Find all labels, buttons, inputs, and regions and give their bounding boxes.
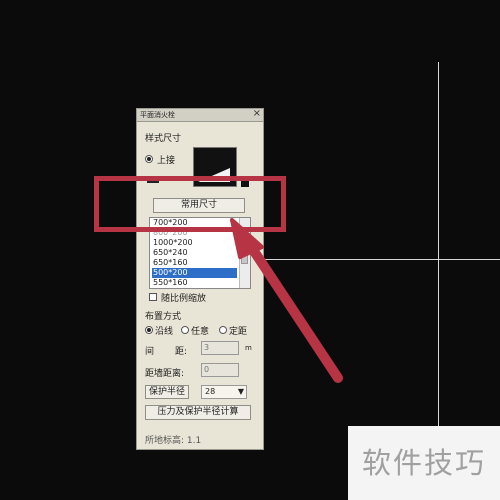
close-icon[interactable]: × — [253, 109, 261, 119]
protection-radius-button[interactable]: 保护半径 — [145, 385, 189, 399]
layout-mode-label: 布置方式 — [145, 312, 182, 322]
dialog-title: 平面消火栓 — [140, 111, 175, 119]
size-item-650x160[interactable]: 650*160 — [152, 258, 237, 268]
spacing-unit: m — [245, 344, 252, 352]
layout-free-radio[interactable] — [181, 326, 189, 334]
ground-elevation-label: 所地标高: 1.1 — [145, 436, 202, 446]
protection-radius-value: 28 — [205, 387, 216, 396]
cad-crosshair-vertical — [438, 62, 439, 480]
size-item-550x160[interactable]: 550*160 — [152, 278, 237, 288]
protection-radius-select[interactable]: 28 ▼ — [201, 385, 247, 399]
top-connection-radio[interactable] — [145, 155, 153, 163]
layout-free-label: 任意 — [191, 327, 210, 337]
style-size-label: 样式尺寸 — [145, 134, 182, 144]
layout-fixed-distance-label: 定距 — [229, 327, 248, 337]
top-connection-label: 上接 — [157, 156, 176, 166]
hydrant-dialog: 平面消火栓 × 样式尺寸 上接 常用尺寸 700*200 800*200 100… — [136, 108, 264, 450]
size-item-1000x200[interactable]: 1000*200 — [152, 238, 237, 248]
scroll-thumb[interactable] — [241, 246, 248, 264]
proportional-scale-checkbox[interactable] — [149, 293, 157, 301]
layout-along-line-label: 沿线 — [155, 327, 174, 337]
wall-distance-input[interactable]: 0 — [201, 363, 239, 377]
cad-crosshair-horizontal — [260, 259, 500, 260]
proportional-scale-label: 随比例缩放 — [161, 294, 207, 304]
highlight-box — [94, 176, 286, 232]
spacing-label-right: 距: — [175, 347, 188, 357]
wall-distance-label: 距墙距离: — [145, 369, 185, 379]
watermark: 软件技巧 — [348, 426, 500, 500]
layout-fixed-distance-radio[interactable] — [219, 326, 227, 334]
pressure-radius-calc-button[interactable]: 压力及保护半径计算 — [145, 405, 251, 420]
size-item-500x200[interactable]: 500*200 — [152, 268, 237, 278]
dialog-titlebar[interactable]: 平面消火栓 × — [137, 109, 263, 122]
spacing-input[interactable]: 3 — [201, 341, 239, 355]
layout-along-line-radio[interactable] — [145, 326, 153, 334]
size-item-650x240[interactable]: 650*240 — [152, 248, 237, 258]
spacing-label-left: 间 — [145, 347, 155, 357]
chevron-down-icon: ▼ — [237, 387, 244, 396]
